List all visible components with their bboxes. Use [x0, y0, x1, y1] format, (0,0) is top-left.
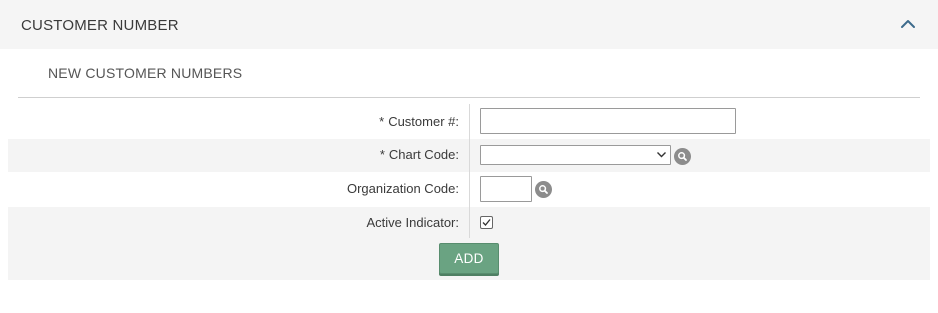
customer-number-input[interactable] [480, 108, 736, 134]
section-title: CUSTOMER NUMBER [21, 17, 179, 34]
chart-code-label: * Chart Code: [379, 147, 459, 162]
chevron-up-icon[interactable] [898, 13, 918, 33]
organization-code-input[interactable] [480, 176, 532, 202]
customer-number-label: * Customer #: [379, 114, 459, 129]
organization-code-label: Organization Code: [346, 181, 459, 196]
subsection-title: NEW CUSTOMER NUMBERS [48, 65, 243, 81]
checkmark-icon [482, 219, 491, 226]
form-column-divider [469, 104, 470, 238]
section-divider [18, 97, 920, 98]
active-indicator-checkbox[interactable] [480, 216, 493, 229]
required-marker: * [379, 147, 385, 162]
search-icon[interactable] [535, 181, 552, 198]
add-button[interactable]: ADD [439, 243, 499, 274]
required-marker: * [379, 114, 385, 129]
chart-code-select[interactable] [480, 145, 671, 165]
section-header: CUSTOMER NUMBER [0, 0, 938, 49]
chevron-down-icon [657, 152, 666, 158]
search-icon[interactable] [674, 148, 691, 165]
active-indicator-label: Active Indicator: [366, 215, 460, 230]
